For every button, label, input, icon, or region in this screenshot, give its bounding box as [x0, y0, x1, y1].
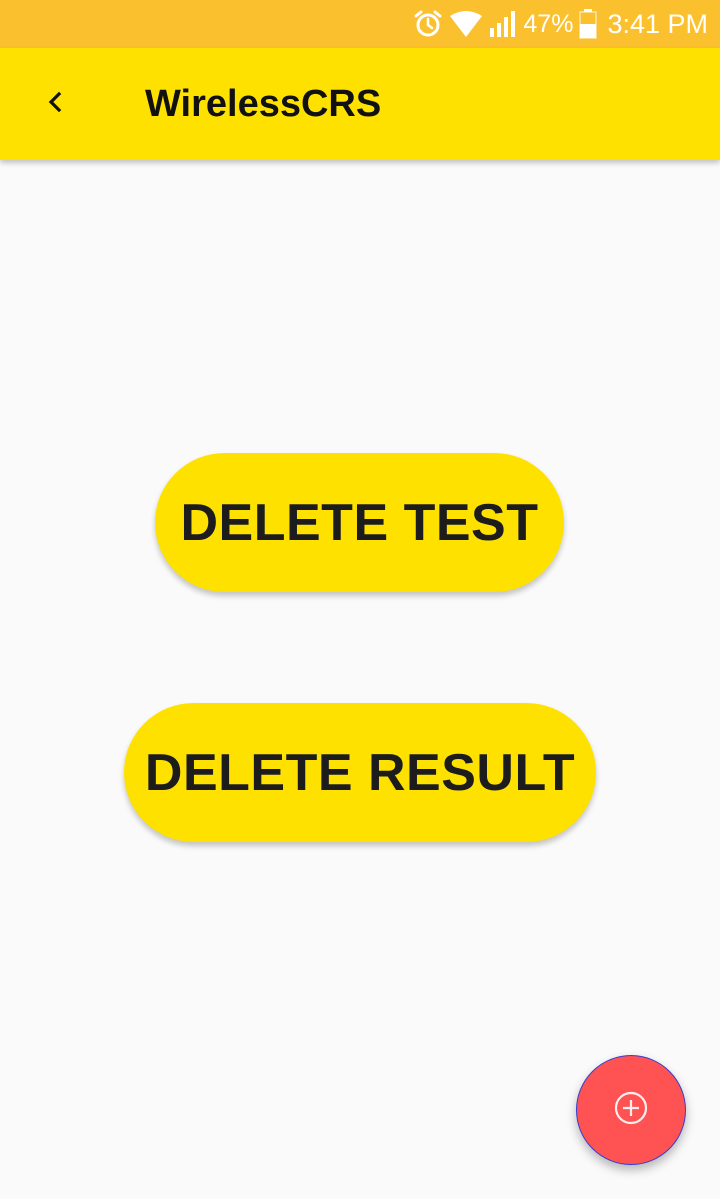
clock: 3:41 PM	[607, 8, 708, 39]
add-circle-icon	[613, 1090, 649, 1131]
delete-test-button[interactable]: DELETE TEST	[155, 453, 564, 592]
alarm-icon	[413, 9, 443, 39]
app-bar: WirelessCRS	[0, 48, 720, 160]
battery-percent: 47%	[523, 9, 574, 38]
battery-icon	[579, 9, 598, 39]
delete-result-button[interactable]: DELETE RESULT	[124, 703, 596, 842]
status-bar: 47% 3:41 PM	[0, 0, 720, 48]
back-button[interactable]	[28, 76, 84, 132]
back-chevron-icon	[44, 90, 68, 119]
page-title: WirelessCRS	[145, 83, 382, 125]
add-fab-button[interactable]	[576, 1055, 686, 1165]
signal-icon	[489, 10, 517, 38]
wifi-icon	[449, 10, 483, 38]
status-icons: 47% 3:41 PM	[413, 0, 708, 48]
